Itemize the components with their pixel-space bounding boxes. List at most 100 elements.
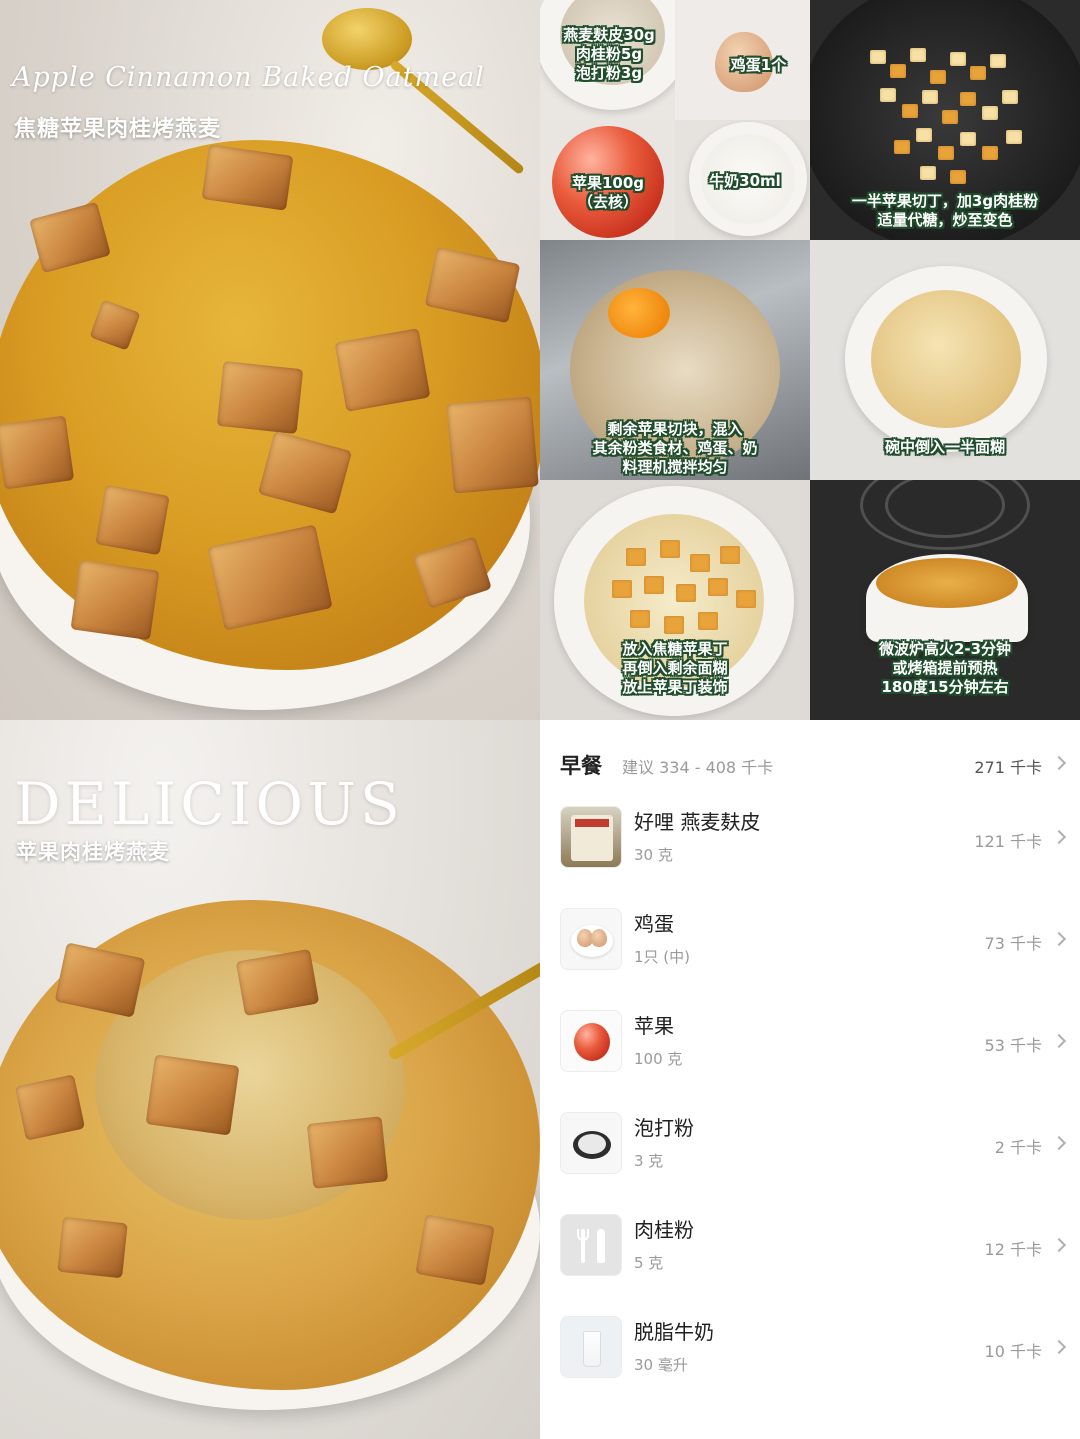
step-dry-ingredients: 燕麦麸皮30g 肉桂粉5g 泡打粉3g	[540, 0, 675, 120]
food-kcal: 53 千卡	[984, 1036, 1042, 1055]
food-name: 鸡蛋	[634, 912, 674, 936]
step-apple: 苹果100g （去核）	[540, 120, 675, 240]
food-kcal: 73 千卡	[984, 934, 1042, 953]
step-caption: 一半苹果切丁，加3g肉桂粉 适量代糖，炒至变色	[810, 192, 1080, 230]
apple-dice	[990, 54, 1006, 68]
food-item-cinnamon[interactable]: 肉桂粉 5 克 12 千卡	[560, 1208, 1067, 1288]
apple-cube	[201, 144, 294, 211]
apple-dice	[612, 580, 632, 598]
apple-dice	[660, 540, 680, 558]
apple-dice	[910, 48, 926, 62]
step-bake: 微波炉高火2-3分钟 或烤箱提前预热 180度15分钟左右	[810, 480, 1080, 720]
milk-glass-icon	[560, 1316, 622, 1378]
apple-cube	[145, 1054, 240, 1136]
apple-cube	[95, 484, 170, 556]
caption-line: 剩余苹果切块，混入	[607, 420, 743, 438]
ramekin-image	[845, 266, 1047, 452]
apple-dice	[1006, 130, 1022, 144]
chevron-right-icon	[1051, 1033, 1067, 1049]
oat-bran-package-icon	[560, 806, 622, 868]
apple-cube	[0, 415, 75, 490]
step-caption: 燕麦麸皮30g 肉桂粉5g 泡打粉3g	[544, 26, 674, 83]
food-kcal: 10 千卡	[984, 1342, 1042, 1361]
calorie-suggestion: 建议 334 - 408 千卡	[622, 758, 774, 777]
baking-powder-icon	[560, 1112, 622, 1174]
caption-line: （去核）	[577, 193, 638, 211]
caption-line: 再倒入剩余面糊	[622, 659, 728, 677]
food-item-oat-bran[interactable]: 好哩 燕麦麸皮 30 克 121 千卡	[560, 800, 1067, 880]
apple-dice	[698, 612, 718, 630]
apple-dice	[1002, 90, 1018, 104]
apple-cube	[306, 1116, 389, 1189]
caption-line: 其余粉类食材、鸡蛋、奶	[592, 439, 758, 457]
caption-line: 一半苹果切丁，加3g肉桂粉	[851, 192, 1039, 210]
caption-line: 碗中倒入一半面糊	[884, 438, 1005, 456]
food-amount: 30 毫升	[634, 1356, 688, 1374]
apple-cube	[57, 1216, 128, 1279]
caption-line: 放上苹果丁装饰	[622, 678, 728, 696]
food-name: 脱脂牛奶	[634, 1320, 714, 1344]
caption-line: 牛奶30ml	[709, 172, 781, 190]
apple-dice	[626, 548, 646, 566]
apple-dice	[938, 146, 954, 160]
apple-dice	[942, 110, 958, 124]
chevron-right-icon	[1051, 1135, 1067, 1151]
food-amount: 3 克	[634, 1152, 664, 1170]
meal-name: 早餐	[560, 754, 602, 778]
fork-knife-icon	[560, 1214, 622, 1276]
caption-line: 180度15分钟左右	[881, 678, 1009, 696]
apple-dice	[960, 132, 976, 146]
chevron-right-icon	[1051, 755, 1067, 771]
meal-header[interactable]: 早餐 建议 334 - 408 千卡 271 千卡	[560, 750, 1067, 780]
step-caption: 碗中倒入一半面糊	[810, 438, 1080, 457]
apple-dice	[890, 64, 906, 78]
food-kcal: 121 千卡	[974, 832, 1042, 851]
apple-dice	[708, 578, 728, 596]
food-item-egg[interactable]: 鸡蛋 1只 (中) 73 千卡	[560, 902, 1067, 982]
hero-photo-top: Apple Cinnamon Baked Oatmeal 焦糖苹果肉桂烤燕麦	[0, 0, 540, 720]
food-name: 好哩 燕麦麸皮	[634, 810, 761, 834]
food-name: 苹果	[634, 1014, 674, 1038]
apple-dice	[982, 106, 998, 120]
step-milk: 牛奶30ml	[675, 120, 810, 240]
caption-line: 微波炉高火2-3分钟	[878, 640, 1012, 658]
food-item-apple[interactable]: 苹果 100 克 53 千卡	[560, 1004, 1067, 1084]
step-caption: 苹果100g （去核）	[548, 174, 668, 212]
step-caption: 剩余苹果切块，混入 其余粉类食材、鸡蛋、奶 料理机搅拌均匀	[540, 420, 810, 477]
step-caramelize: 一半苹果切丁，加3g肉桂粉 适量代糖，炒至变色	[810, 0, 1080, 240]
apple-cube	[70, 559, 160, 641]
food-item-skim-milk[interactable]: 脱脂牛奶 30 毫升 10 千卡	[560, 1310, 1067, 1390]
chevron-right-icon	[1051, 829, 1067, 845]
food-amount: 1只 (中)	[634, 948, 691, 966]
food-item-baking-powder[interactable]: 泡打粉 3 克 2 千卡	[560, 1106, 1067, 1186]
eggs-icon	[560, 908, 622, 970]
apple-dice	[736, 590, 756, 608]
apple-cube	[446, 396, 539, 494]
step-caption: 微波炉高火2-3分钟 或烤箱提前预热 180度15分钟左右	[810, 640, 1080, 697]
caption-line: 料理机搅拌均匀	[622, 458, 728, 476]
apple-cube	[415, 1214, 495, 1286]
caption-line: 放入焦糖苹果丁	[622, 640, 728, 658]
apple-icon	[560, 1010, 622, 1072]
food-name: 泡打粉	[634, 1116, 694, 1140]
apple-dice	[930, 70, 946, 84]
apple-dice	[644, 576, 664, 594]
apple-cube	[216, 360, 304, 435]
food-kcal: 2 千卡	[994, 1138, 1042, 1157]
meal-total-kcal: 271 千卡	[974, 758, 1042, 777]
apple-dice	[870, 50, 886, 64]
baked-top	[876, 558, 1018, 608]
apple-dice	[950, 170, 966, 184]
step-caption: 鸡蛋1个	[711, 56, 806, 75]
apple-dice	[920, 166, 936, 180]
apple-dice	[894, 140, 910, 154]
apple-dice	[922, 90, 938, 104]
apple-dice	[970, 66, 986, 80]
caption-line: 肉桂粉5g	[575, 45, 643, 63]
apple-dice	[720, 546, 740, 564]
apple-cube	[334, 328, 431, 412]
food-amount: 5 克	[634, 1254, 664, 1272]
apple-dice	[950, 52, 966, 66]
food-amount: 100 克	[634, 1050, 683, 1068]
apple-dice	[676, 584, 696, 602]
